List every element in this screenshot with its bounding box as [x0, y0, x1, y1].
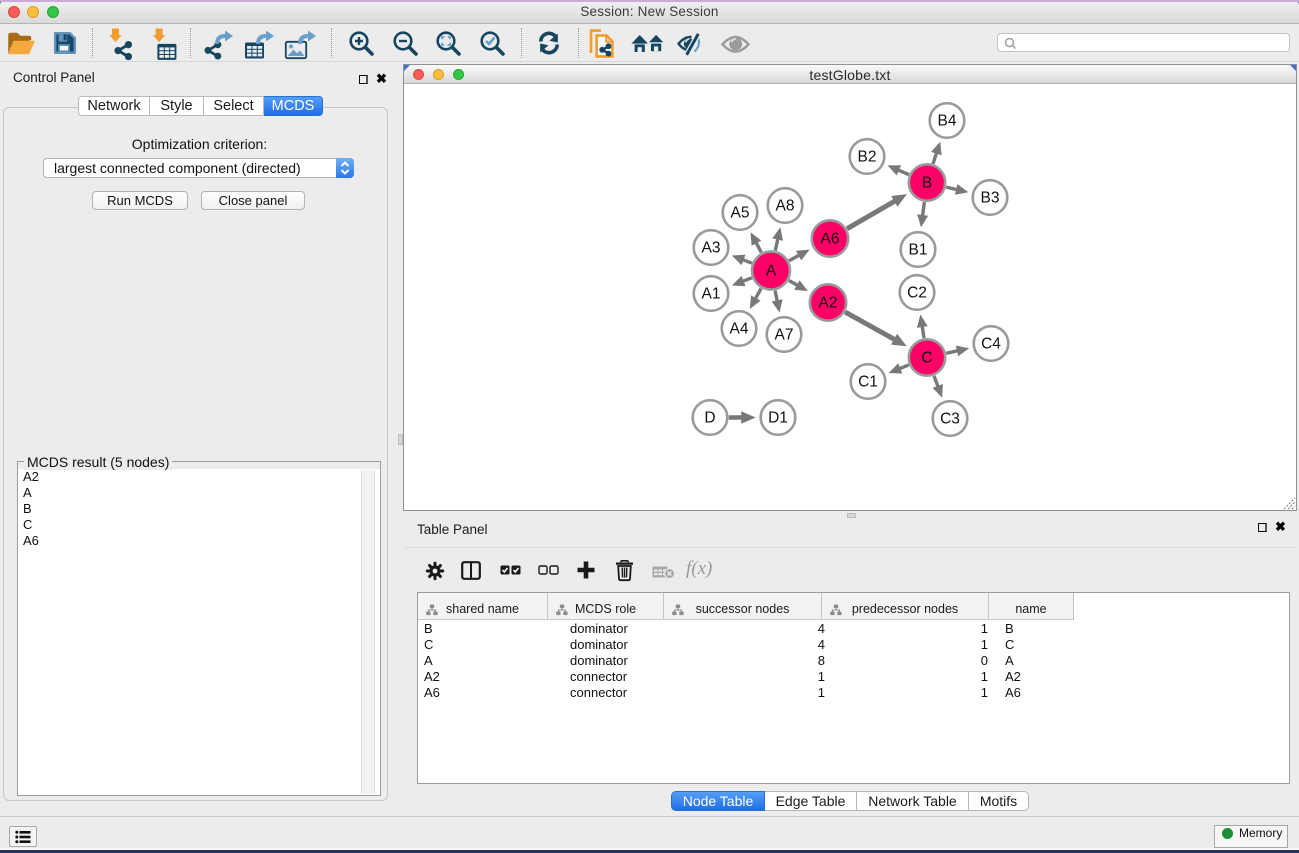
svg-text:B1: B1 [909, 242, 928, 259]
svg-text:A8: A8 [776, 198, 795, 215]
svg-text:A6: A6 [821, 231, 840, 248]
svg-text:A3: A3 [702, 240, 721, 257]
svg-text:B3: B3 [981, 190, 1000, 207]
svg-text:A: A [766, 263, 777, 280]
svg-text:C2: C2 [907, 285, 927, 302]
svg-text:D: D [704, 410, 715, 427]
svg-text:B4: B4 [938, 113, 957, 130]
svg-text:C3: C3 [940, 411, 960, 428]
svg-text:B2: B2 [858, 149, 877, 166]
svg-text:A4: A4 [730, 321, 749, 338]
svg-text:C: C [921, 350, 932, 367]
svg-text:A1: A1 [702, 286, 721, 303]
svg-text:A7: A7 [775, 327, 794, 344]
svg-text:D1: D1 [768, 410, 788, 427]
svg-text:C4: C4 [981, 336, 1001, 353]
svg-text:A2: A2 [819, 295, 838, 312]
svg-text:C1: C1 [858, 374, 878, 391]
svg-text:A5: A5 [731, 205, 750, 222]
svg-text:B: B [922, 175, 932, 192]
